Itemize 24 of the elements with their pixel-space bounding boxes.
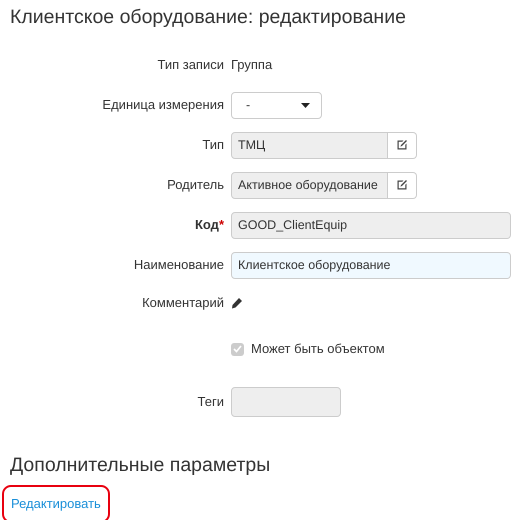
pencil-icon[interactable] — [231, 298, 242, 308]
field-label: Родитель — [167, 177, 224, 192]
required-mark: * — [218, 217, 224, 232]
unit-dropdown[interactable]: - — [231, 92, 322, 118]
field-label: Теги — [198, 394, 224, 410]
checkbox-label: Может быть объектом — [251, 340, 385, 358]
field-label: Тип записи — [157, 57, 224, 72]
caret-icon — [301, 102, 310, 108]
field-label: Код — [194, 217, 219, 232]
edit-button[interactable] — [388, 132, 417, 158]
page-title: Клиентское оборудование: редактирование — [9, 5, 407, 29]
edit-icon — [396, 139, 408, 151]
field-label: Наименование — [134, 257, 224, 272]
lookup-field[interactable]: Активное оборудование — [231, 172, 388, 198]
lookup-field[interactable]: ТМЦ — [231, 132, 388, 158]
edit-icon — [396, 179, 408, 191]
field-value: Группа — [231, 56, 272, 74]
input-field[interactable]: Клиентское оборудование — [231, 252, 511, 278]
edit-button[interactable] — [388, 172, 417, 198]
field-label: Комментарий — [142, 295, 224, 310]
field-label: Тип — [202, 137, 224, 152]
section-title: Дополнительные параметры — [9, 453, 272, 477]
edit-link[interactable]: Редактировать — [2, 485, 110, 520]
field-label: Единица измерения — [102, 97, 224, 112]
